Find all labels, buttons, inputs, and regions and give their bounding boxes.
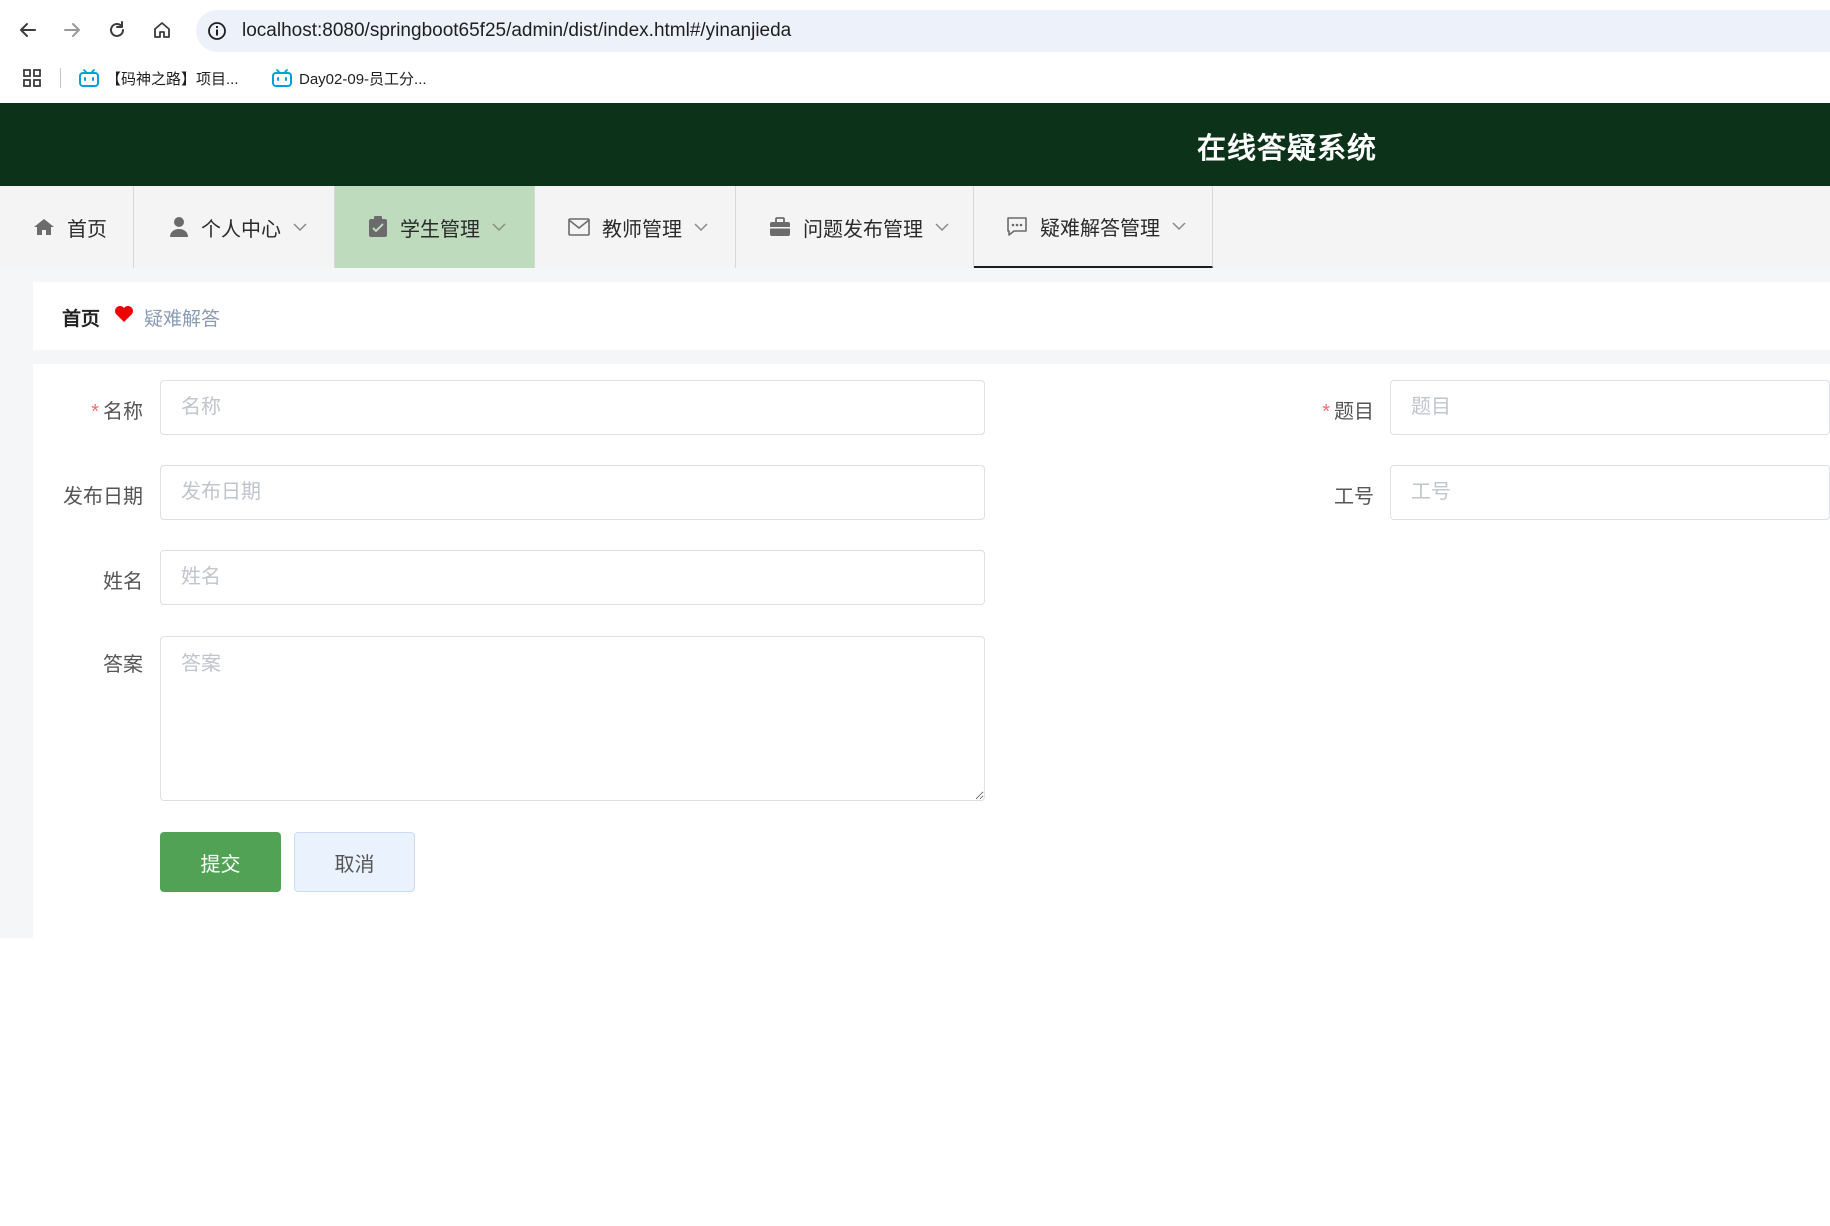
staff-no-label: 工号: [1334, 486, 1374, 508]
bookmark-item[interactable]: Day02-09-员工分...: [271, 66, 427, 90]
answer-label: 答案: [103, 654, 143, 676]
bilibili-icon: [79, 69, 99, 87]
breadcrumb-home[interactable]: 首页: [62, 304, 100, 331]
required-mark: *: [91, 401, 99, 423]
menu-item-personal-center[interactable]: 个人中心: [134, 186, 335, 268]
home-icon: [33, 217, 55, 237]
topic-input[interactable]: [1390, 380, 1830, 435]
menu-item-student-management[interactable]: 学生管理: [335, 186, 535, 268]
answer-textarea[interactable]: [160, 636, 985, 801]
browser-home-icon: [154, 22, 170, 38]
person-name-label: 姓名: [103, 571, 143, 593]
user-icon: [169, 216, 189, 238]
required-mark: *: [1322, 401, 1330, 423]
menu-item-answer-management[interactable]: 疑难解答管理: [974, 186, 1213, 268]
chevron-down-icon: [293, 222, 307, 232]
app-header: 在线答疑系统: [0, 103, 1830, 186]
bookmarks-bar: 【码神之路】项目... Day02-09-员工分...: [0, 60, 1830, 96]
reload-button[interactable]: [101, 14, 133, 46]
bookmark-label: Day02-09-员工分...: [299, 70, 427, 88]
top-menu: 首页 个人中心 学生管理 教师管理 问题发布管理 疑难解答管理: [0, 186, 1830, 268]
menu-item-label: 学生管理: [400, 218, 480, 241]
bookmark-label: 【码神之路】项目...: [106, 70, 239, 88]
address-bar[interactable]: localhost:8080/springboot65f25/admin/dis…: [196, 10, 1830, 52]
home-button[interactable]: [146, 14, 178, 46]
briefcase-icon: [769, 217, 791, 237]
name-input[interactable]: [160, 380, 985, 435]
answer-form: *名称 *题目 发布日期 工号 姓名 答案 提交 取消: [33, 364, 1830, 938]
forward-button[interactable]: [56, 14, 88, 46]
heart-icon: [115, 306, 133, 322]
menu-item-question-publish-management[interactable]: 问题发布管理: [736, 186, 974, 268]
person-name-input[interactable]: [160, 550, 985, 605]
name-label: * 名称: [91, 401, 143, 423]
publish-date-input[interactable]: [160, 465, 985, 520]
arrow-left-icon: [20, 23, 36, 37]
menu-item-label: 个人中心: [201, 218, 281, 241]
chevron-down-icon: [492, 222, 506, 232]
reload-icon: [110, 21, 124, 37]
chevron-down-icon: [935, 222, 949, 232]
bookmarks-divider: [60, 68, 61, 88]
url-text[interactable]: localhost:8080/springboot65f25/admin/dis…: [242, 20, 791, 42]
clipboard-icon: [368, 216, 388, 238]
app-title: 在线答疑系统: [1197, 133, 1378, 165]
bookmark-item[interactable]: 【码神之路】项目...: [78, 66, 239, 90]
menu-item-teacher-management[interactable]: 教师管理: [535, 186, 736, 268]
apps-grid-icon[interactable]: [22, 68, 42, 88]
breadcrumb-current: 疑难解答: [144, 309, 221, 330]
breadcrumb: 首页 疑难解答: [33, 282, 1830, 350]
topic-label: * 题目: [1322, 401, 1374, 423]
menu-item-label: 教师管理: [602, 218, 682, 241]
mail-icon: [568, 218, 590, 236]
publish-date-label: 发布日期: [63, 486, 143, 508]
staff-no-input[interactable]: [1390, 465, 1830, 520]
chat-icon: [1006, 216, 1028, 236]
menu-item-label: 问题发布管理: [803, 218, 923, 241]
menu-item-label: 首页: [67, 218, 107, 241]
menu-item-home[interactable]: 首页: [0, 186, 134, 268]
cancel-button[interactable]: 取消: [294, 832, 415, 892]
chevron-down-icon: [1172, 221, 1186, 231]
info-icon[interactable]: [206, 20, 228, 42]
submit-button[interactable]: 提交: [160, 832, 281, 892]
bilibili-icon: [272, 69, 292, 87]
browser-toolbar: localhost:8080/springboot65f25/admin/dis…: [0, 0, 1830, 103]
arrow-right-icon: [64, 23, 80, 37]
chevron-down-icon: [694, 222, 708, 232]
back-button[interactable]: [12, 14, 44, 46]
menu-item-label: 疑难解答管理: [1040, 217, 1160, 240]
